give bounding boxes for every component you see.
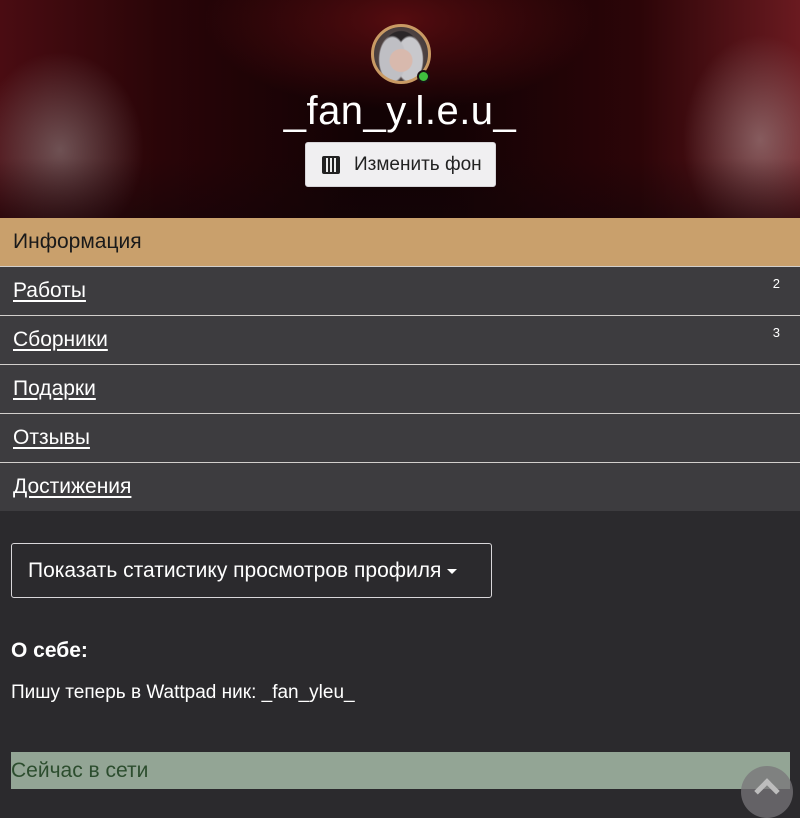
tab-label[interactable]: Достижения (13, 475, 131, 499)
count-badge: 2 (772, 276, 780, 291)
change-background-button[interactable]: Изменить фон (305, 142, 496, 187)
scroll-to-top-button[interactable] (741, 766, 793, 818)
online-indicator-icon (417, 70, 430, 83)
profile-nav: Информация Работы 2 Сборники 3 Подарки О… (0, 218, 800, 511)
tab-label[interactable]: Подарки (13, 377, 96, 401)
count-badge: 3 (772, 325, 780, 340)
tab-collections[interactable]: Сборники 3 (0, 315, 800, 364)
caret-down-icon (447, 569, 458, 574)
avatar-container[interactable] (371, 24, 431, 84)
profile-header: _fan_y.l.e.u_ Изменить фон (0, 0, 800, 218)
tab-works[interactable]: Работы 2 (0, 266, 800, 315)
tab-label[interactable]: Сборники (13, 328, 108, 352)
change-background-label: Изменить фон (354, 153, 482, 175)
about-text: Пишу теперь в Wattpad ник: _fan_yleu_ (11, 682, 355, 703)
tab-label[interactable]: Работы (13, 279, 86, 303)
tab-information[interactable]: Информация (0, 218, 800, 266)
tab-gifts[interactable]: Подарки (0, 364, 800, 413)
tab-label[interactable]: Отзывы (13, 426, 90, 450)
show-stats-button[interactable]: Показать статистику просмотров профиля (11, 543, 492, 598)
username: _fan_y.l.e.u_ (283, 89, 517, 133)
show-stats-label: Показать статистику просмотров профиля (28, 558, 442, 582)
image-icon (322, 155, 340, 174)
profile-content: Показать статистику просмотров профиля О… (0, 511, 800, 789)
online-status-bar: Сейчас в сети (11, 752, 790, 789)
tab-label: Информация (13, 230, 142, 253)
chevron-up-icon (754, 778, 780, 804)
about-title: О себе: (11, 639, 88, 662)
tab-achievements[interactable]: Достижения (0, 462, 800, 511)
tab-reviews[interactable]: Отзывы (0, 413, 800, 462)
